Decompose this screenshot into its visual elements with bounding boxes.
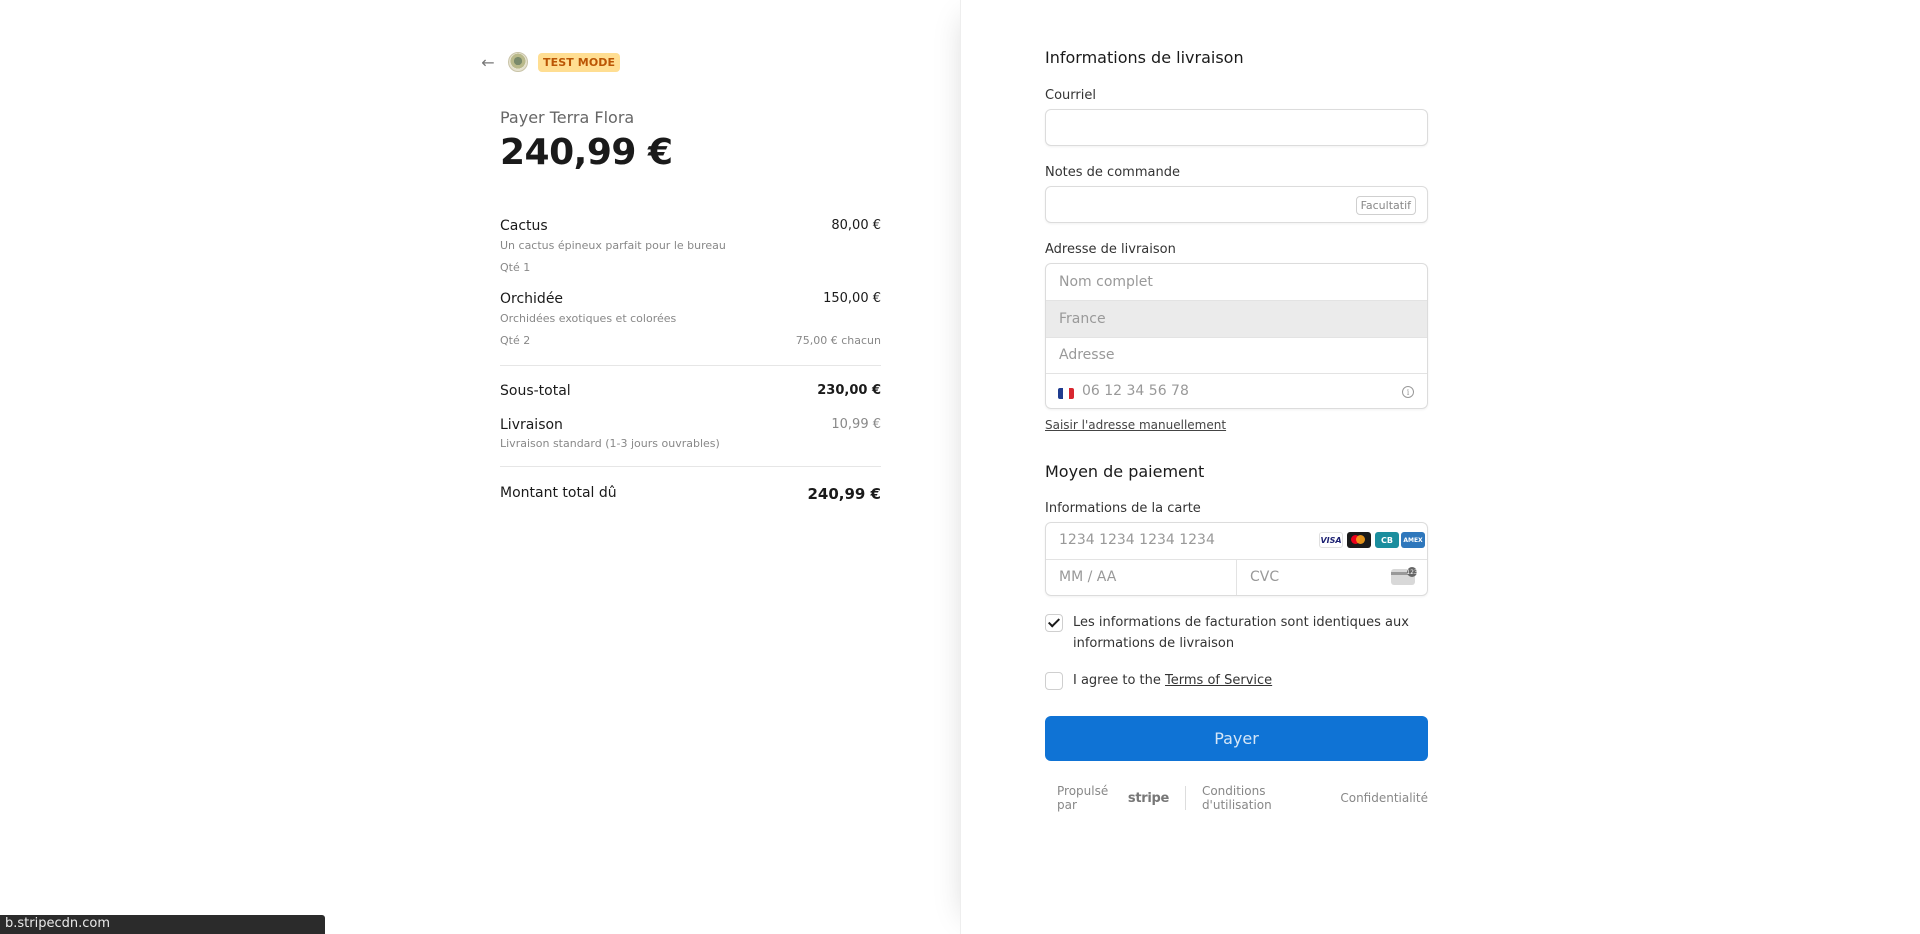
item-name: Cactus: [500, 218, 548, 234]
divider: [500, 365, 881, 366]
card-number-placeholder: 1234 1234 1234 1234: [1059, 532, 1215, 548]
line-item: Cactus 80,00 € Un cactus épineux parfait…: [500, 218, 881, 291]
expiry-field[interactable]: MM / AA: [1046, 560, 1236, 595]
shipping-value: 10,99 €: [831, 417, 881, 432]
country-value: France: [1059, 311, 1106, 327]
info-icon[interactable]: i: [1402, 386, 1414, 398]
total-value: 240,99 €: [807, 485, 881, 503]
item-price: 150,00 €: [823, 291, 881, 306]
item-price: 80,00 €: [831, 218, 881, 233]
pay-to-label: Payer Terra Flora: [500, 108, 635, 127]
card-number-field[interactable]: 1234 1234 1234 1234 VISA CB AMEX: [1046, 523, 1427, 559]
country-select[interactable]: France: [1046, 300, 1427, 337]
email-label: Courriel: [1045, 88, 1096, 103]
order-notes-label: Notes de commande: [1045, 165, 1180, 180]
order-summary-panel: ← TEST MODE Payer Terra Flora 240,99 € C…: [0, 0, 960, 934]
full-name-placeholder: Nom complet: [1059, 274, 1153, 290]
item-description: Un cactus épineux parfait pour le bureau: [500, 239, 726, 252]
terms-of-service-link[interactable]: Terms of Service: [1165, 673, 1272, 688]
terms-label: I agree to the Terms of Service: [1073, 670, 1272, 691]
address-field[interactable]: Adresse: [1046, 337, 1427, 373]
powered-by-label: Propulsé par: [1057, 784, 1109, 812]
shipping-description: Livraison standard (1-3 jours ouvrables): [500, 437, 720, 450]
mastercard-icon: [1347, 532, 1371, 548]
checkmark-icon: [1047, 615, 1061, 628]
full-name-field[interactable]: Nom complet: [1046, 264, 1427, 300]
phone-field[interactable]: 06 12 34 56 78 i: [1046, 373, 1427, 408]
back-arrow-icon[interactable]: ←: [478, 52, 498, 72]
terms-link[interactable]: Conditions d'utilisation: [1202, 784, 1324, 812]
cvc-placeholder: CVC: [1250, 569, 1280, 585]
amex-icon: AMEX: [1401, 532, 1425, 548]
line-item: Orchidée 150,00 € Orchidées exotiques et…: [500, 291, 881, 364]
payment-section-title: Moyen de paiement: [1045, 462, 1205, 481]
cvc-card-icon: 123: [1391, 567, 1418, 585]
visa-icon: VISA: [1319, 532, 1343, 548]
manual-address-link[interactable]: Saisir l'adresse manuellement: [1045, 418, 1226, 432]
optional-tag: Facultatif: [1355, 196, 1416, 215]
browser-status-bar: b.stripecdn.com: [0, 915, 325, 934]
summary-header: ← TEST MODE: [478, 51, 621, 73]
address-group: Nom complet France Adresse 06 12 34 56 7…: [1045, 263, 1428, 409]
item-unit-price: 75,00 € chacun: [795, 334, 881, 347]
france-flag-icon[interactable]: [1058, 388, 1074, 399]
stripe-logo[interactable]: stripe: [1128, 791, 1169, 806]
privacy-link[interactable]: Confidentialité: [1340, 791, 1428, 805]
email-field[interactable]: [1045, 109, 1428, 146]
card-input-group: 1234 1234 1234 1234 VISA CB AMEX MM / AA…: [1045, 522, 1428, 596]
terms-prefix: I agree to the: [1073, 673, 1166, 688]
line-items-list: Cactus 80,00 € Un cactus épineux parfait…: [500, 218, 881, 364]
item-quantity: Qté 1: [500, 261, 531, 274]
merchant-logo: [508, 52, 528, 72]
terms-checkbox[interactable]: [1045, 672, 1063, 690]
expiry-placeholder: MM / AA: [1059, 569, 1117, 585]
checkout-form: Informations de livraison Courriel Notes…: [1045, 48, 1428, 812]
shipping-section-title: Informations de livraison: [1045, 48, 1244, 67]
item-description: Orchidées exotiques et colorées: [500, 312, 677, 325]
billing-same-checkbox[interactable]: [1045, 614, 1063, 632]
order-notes-field[interactable]: Facultatif: [1045, 186, 1428, 223]
card-info-label: Informations de la carte: [1045, 501, 1201, 516]
billing-same-label: Les informations de facturation sont ide…: [1073, 615, 1409, 651]
test-mode-badge: TEST MODE: [538, 52, 621, 72]
address-placeholder: Adresse: [1059, 347, 1115, 363]
checkout-footer: Propulsé par stripe Conditions d'utilisa…: [1057, 784, 1428, 812]
shipping-address-label: Adresse de livraison: [1045, 242, 1176, 257]
subtotal-value: 230,00 €: [817, 383, 881, 398]
divider: [500, 466, 881, 467]
pay-button[interactable]: Payer: [1045, 716, 1428, 761]
total-row: Montant total dû 240,99 €: [500, 485, 881, 503]
shipping-label: Livraison: [500, 417, 563, 433]
subtotal-row: Sous-total 230,00 €: [500, 383, 881, 399]
divider: [1185, 786, 1186, 810]
total-amount: 240,99 €: [500, 132, 673, 173]
shipping-row: Livraison 10,99 € Livraison standard (1-…: [500, 417, 881, 450]
phone-placeholder: 06 12 34 56 78: [1082, 383, 1189, 399]
cb-icon: CB: [1375, 532, 1399, 548]
